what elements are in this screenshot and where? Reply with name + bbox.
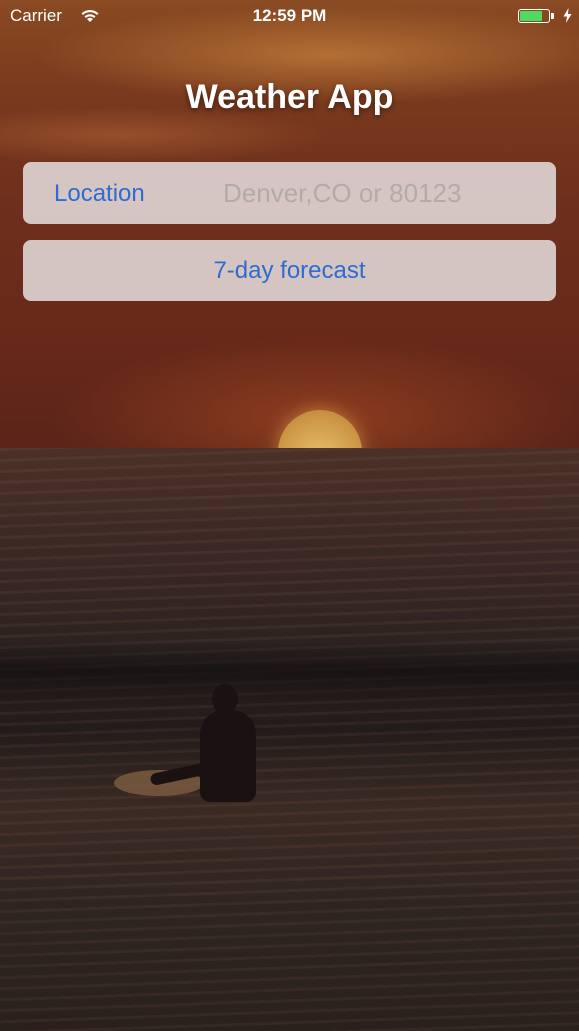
battery-level: [520, 11, 542, 21]
wave-shadow: [0, 640, 579, 710]
status-bar: Carrier 12:59 PM: [0, 0, 579, 32]
app-screen: Carrier 12:59 PM Weather App Location 7-…: [0, 0, 579, 1031]
location-field-row[interactable]: Location: [23, 162, 556, 224]
app-title: Weather App: [185, 78, 394, 116]
surfer-head: [212, 684, 238, 714]
status-time: 12:59 PM: [252, 6, 327, 25]
sunset-sky-background: [0, 0, 579, 448]
bolt-icon: [563, 8, 572, 28]
battery-icon: [518, 9, 554, 25]
location-input[interactable]: [219, 174, 543, 212]
surfer-silhouette: [200, 710, 256, 802]
forecast-button[interactable]: 7-day forecast: [23, 240, 556, 301]
ocean-background: [0, 448, 579, 1031]
location-label: Location: [54, 180, 145, 207]
battery-tip: [551, 13, 554, 19]
